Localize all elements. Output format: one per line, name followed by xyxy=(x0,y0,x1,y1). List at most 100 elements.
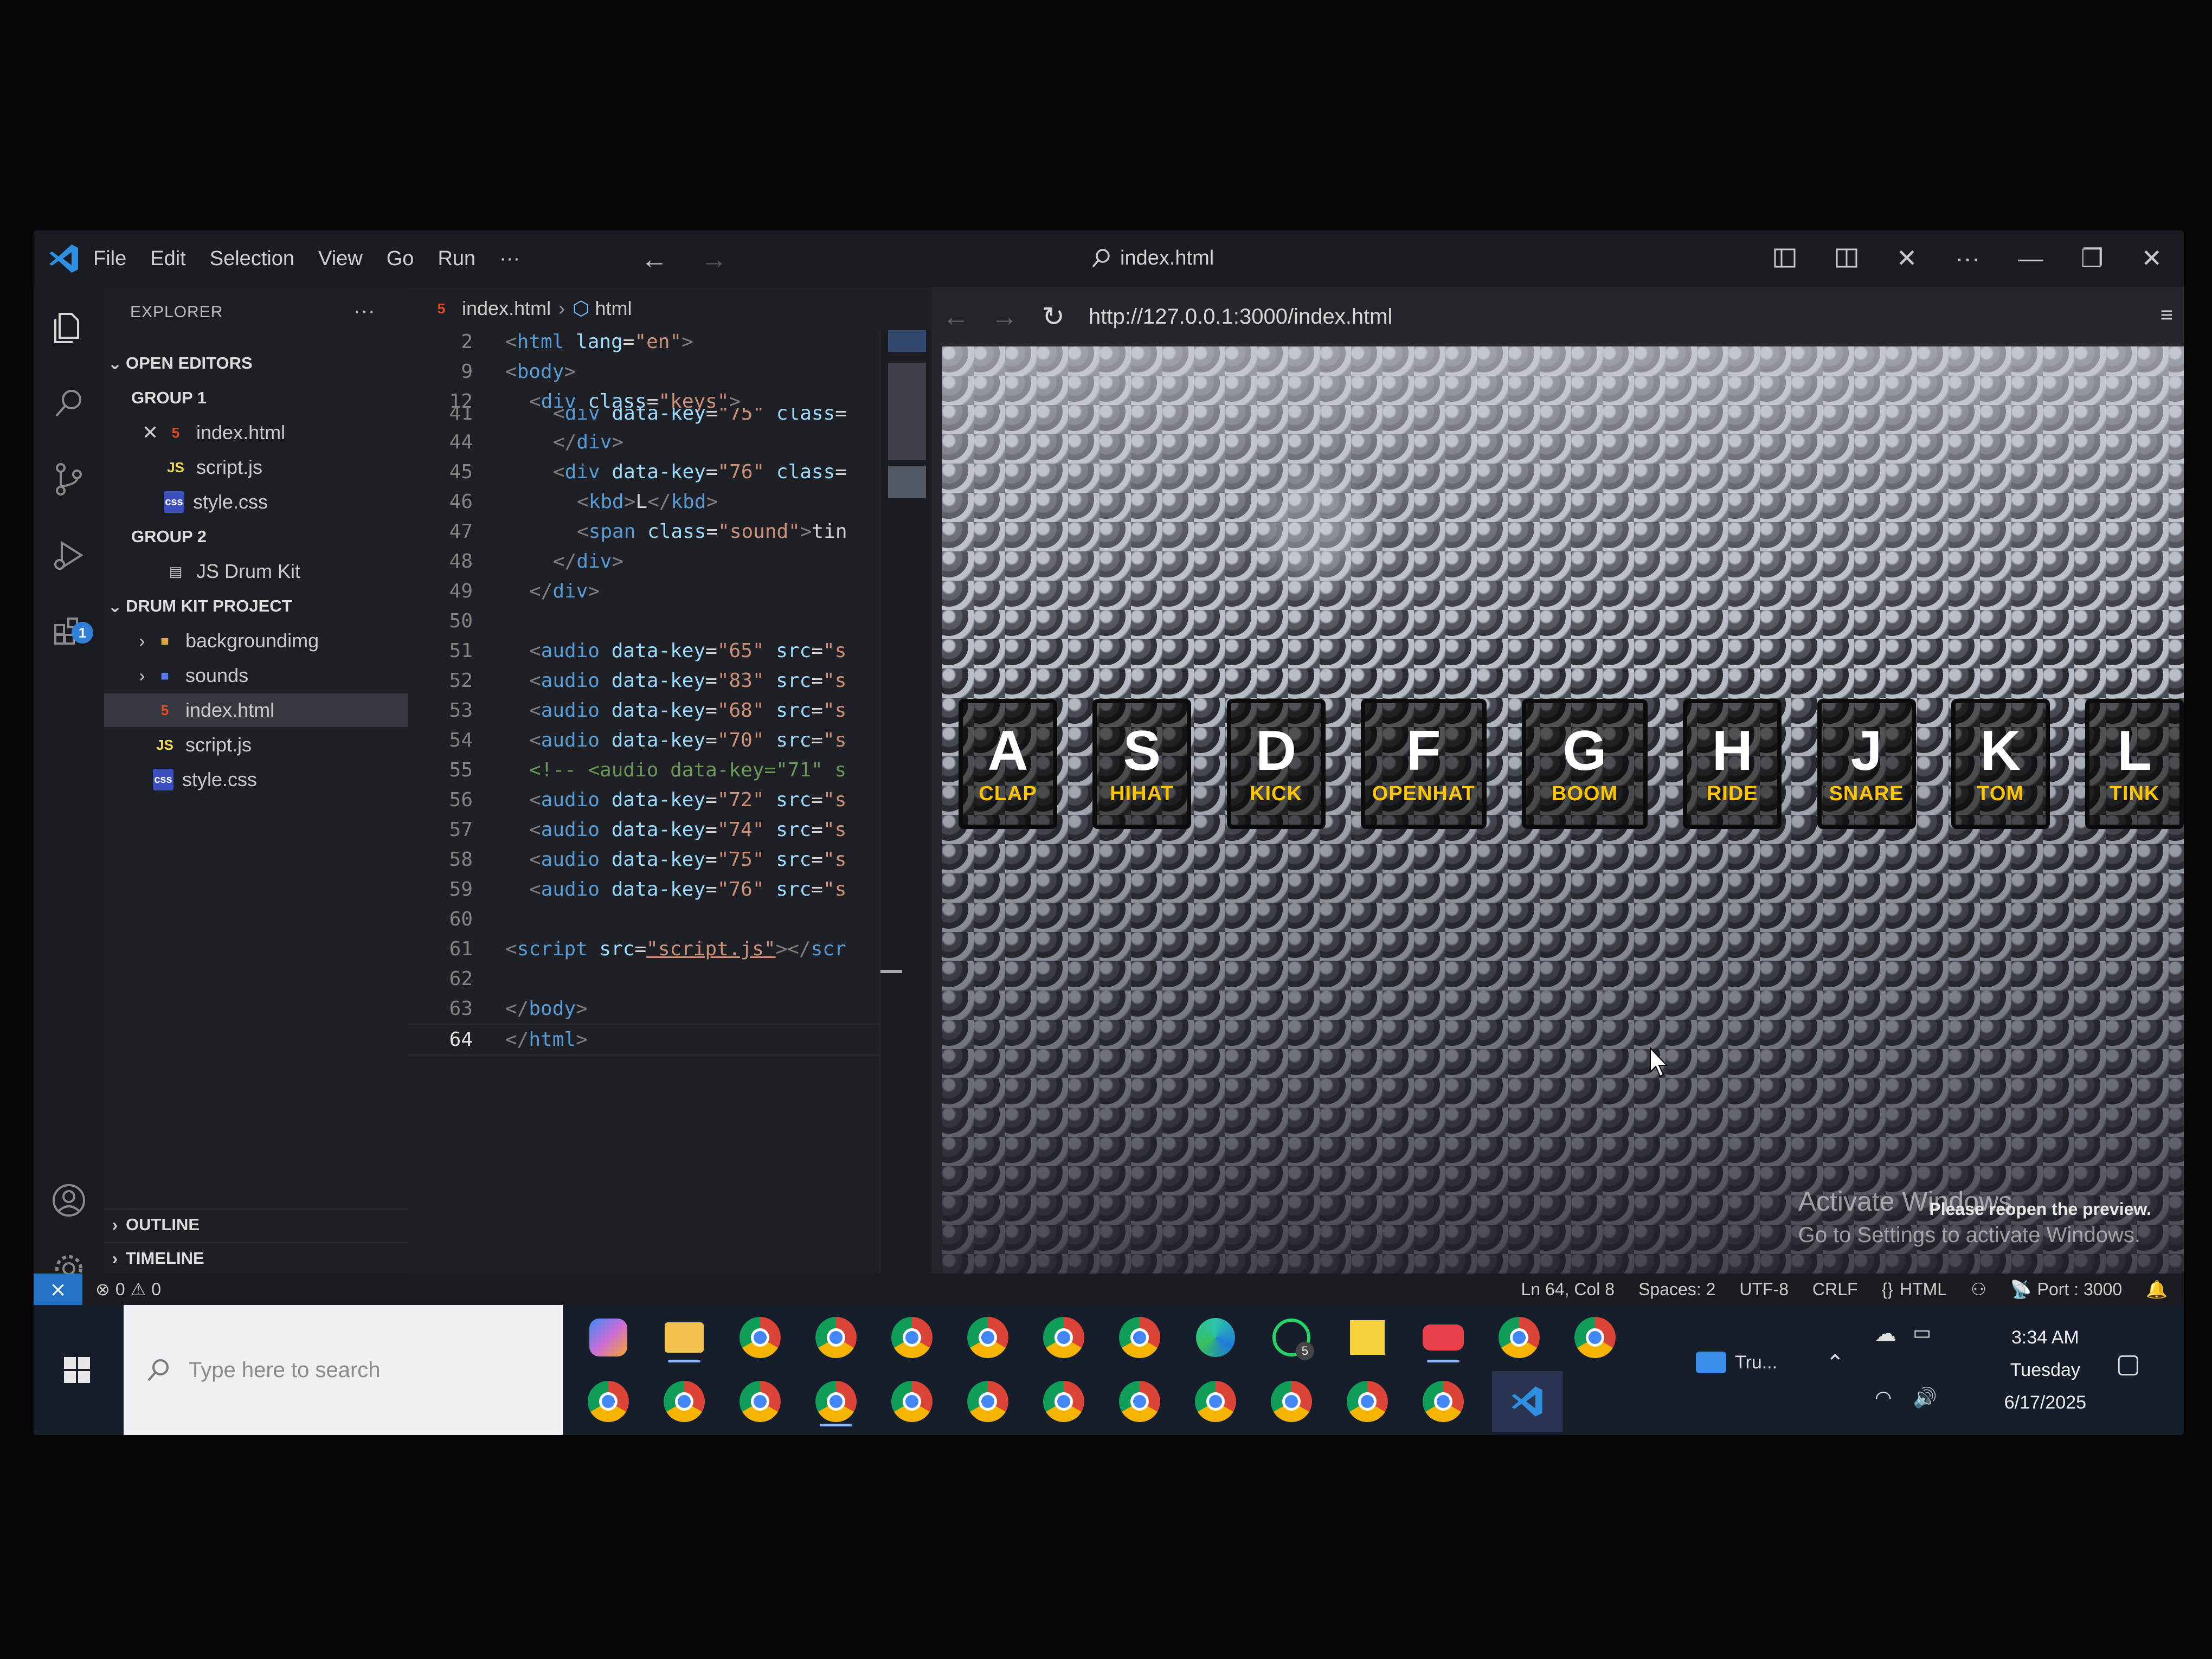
drum-key-h[interactable]: H RIDE xyxy=(1683,699,1782,829)
drum-key-g[interactable]: G BOOM xyxy=(1522,699,1648,829)
preview-forward-icon[interactable]: → xyxy=(980,301,1029,332)
preview-url[interactable]: http://127.0.0.1:3000/index.html xyxy=(1089,305,1392,329)
menu-view[interactable]: View xyxy=(316,247,365,271)
vscode-logo-icon[interactable] xyxy=(48,242,80,275)
file-style-css[interactable]: css style.css xyxy=(104,763,456,796)
preview-back-icon[interactable]: ← xyxy=(931,301,980,332)
back-arrow-icon[interactable]: ← xyxy=(641,243,668,275)
search-icon[interactable] xyxy=(50,384,88,422)
close-editor-icon[interactable]: ✕ xyxy=(1896,243,1918,273)
timeline-section[interactable]: › TIMELINE xyxy=(104,1242,408,1274)
menu-more[interactable]: ··· xyxy=(497,247,522,271)
drum-key-s[interactable]: S HIHAT xyxy=(1092,699,1192,829)
preview-viewport[interactable]: A CLAP S HIHAT D KICK F OPENHAT G BOOM H RIDE … xyxy=(942,346,2184,1274)
open-editors-section[interactable]: ⌄ OPEN EDITORS xyxy=(104,346,408,380)
chrome-icon[interactable] xyxy=(885,1374,939,1429)
open-editor-index-html[interactable]: ✕ 5 index.html xyxy=(104,416,446,449)
drum-key-j[interactable]: J SNARE xyxy=(1817,699,1916,829)
menu-selection[interactable]: Selection xyxy=(208,247,297,271)
chrome-icon[interactable] xyxy=(733,1374,787,1429)
chrome-icon[interactable] xyxy=(1113,1310,1167,1365)
breadcrumb-node[interactable]: html xyxy=(595,297,632,320)
sticky-notes-icon[interactable] xyxy=(1340,1310,1394,1365)
preview-reload-icon[interactable]: ↻ xyxy=(1029,301,1078,332)
file-explorer-icon[interactable] xyxy=(657,1310,711,1365)
chrome-icon[interactable] xyxy=(1568,1310,1622,1365)
chrome-icon[interactable] xyxy=(961,1310,1015,1365)
problems-indicator[interactable]: ⊗ 0 ⚠ 0 xyxy=(95,1279,161,1300)
code-editor[interactable]: 5 index.html › ⬡ html 2 <html lang="en"> … xyxy=(408,287,933,1306)
remote-indicator-icon[interactable]: ⨯ xyxy=(34,1274,82,1305)
chevron-up-icon[interactable]: ⌃ xyxy=(1826,1351,1844,1375)
explorer-more-icon[interactable]: ··· xyxy=(353,299,375,323)
drum-key-a[interactable]: A CLAP xyxy=(959,699,1057,829)
minimize-icon[interactable]: — xyxy=(2018,243,2043,273)
breadcrumb-file[interactable]: index.html xyxy=(462,297,551,320)
taskbar-search[interactable]: Type here to search xyxy=(124,1305,563,1435)
notification-center-icon[interactable]: ▢ xyxy=(2116,1348,2140,1379)
menu-go[interactable]: Go xyxy=(384,247,416,271)
copilot-app-icon[interactable] xyxy=(581,1310,635,1365)
chrome-icon[interactable] xyxy=(657,1374,711,1429)
chrome-icon[interactable] xyxy=(581,1374,635,1429)
task-widget[interactable]: Tru... xyxy=(1696,1352,1777,1373)
encoding[interactable]: UTF-8 xyxy=(1739,1279,1789,1300)
vscode-taskbar-icon[interactable] xyxy=(1492,1371,1562,1432)
chrome-icon[interactable] xyxy=(809,1310,863,1365)
chrome-icon[interactable] xyxy=(1037,1374,1091,1429)
run-debug-icon[interactable] xyxy=(50,536,88,574)
code-area[interactable]: 2 <html lang="en"> 9 <body> 12 <div class="… xyxy=(408,327,885,1249)
chrome-icon[interactable] xyxy=(1113,1374,1167,1429)
edge-icon[interactable] xyxy=(1188,1310,1243,1365)
close-window-icon[interactable]: ✕ xyxy=(2141,243,2162,273)
copilot-icon[interactable]: ⚇ xyxy=(1971,1279,1986,1300)
more-actions-icon[interactable]: ··· xyxy=(1955,243,1980,273)
drum-key-l[interactable]: L TINK xyxy=(2085,699,2184,829)
group-1-header[interactable]: GROUP 1 xyxy=(104,381,435,415)
menu-run[interactable]: Run xyxy=(435,247,478,271)
chrome-icon[interactable] xyxy=(1037,1310,1091,1365)
toggle-sidebar-icon[interactable] xyxy=(1773,246,1797,270)
chrome-icon[interactable] xyxy=(1340,1374,1394,1429)
notifications-bell-icon[interactable]: 🔔 xyxy=(2146,1279,2168,1300)
source-control-icon[interactable] xyxy=(50,460,88,498)
split-editor-icon[interactable] xyxy=(1835,246,1859,270)
folder-backgroundimg[interactable]: › ■ backgroundimg xyxy=(104,624,435,658)
device-icon[interactable]: ▭ xyxy=(1913,1321,1931,1344)
drum-key-f[interactable]: F OPENHAT xyxy=(1360,699,1487,829)
file-index-html[interactable]: 5 index.html xyxy=(104,693,456,727)
forward-arrow-icon[interactable]: → xyxy=(700,243,728,275)
file-script-js[interactable]: JS script.js xyxy=(104,728,456,762)
cursor-position[interactable]: Ln 64, Col 8 xyxy=(1521,1279,1615,1300)
menu-edit[interactable]: Edit xyxy=(148,247,188,271)
whatsapp-icon[interactable]: 5 xyxy=(1264,1310,1319,1365)
close-icon[interactable]: ✕ xyxy=(142,421,164,444)
outline-section[interactable]: › OUTLINE xyxy=(104,1208,408,1240)
chrome-icon[interactable] xyxy=(1188,1374,1243,1429)
drum-key-k[interactable]: K TOM xyxy=(1951,699,2050,829)
chrome-icon[interactable] xyxy=(733,1310,787,1365)
chrome-icon[interactable] xyxy=(1416,1374,1470,1429)
minimap[interactable] xyxy=(879,330,933,1306)
drum-key-d[interactable]: D KICK xyxy=(1226,699,1326,829)
explorer-icon[interactable] xyxy=(50,308,88,346)
project-section[interactable]: ⌄ DRUM KIT PROJECT xyxy=(104,589,408,623)
indentation[interactable]: Spaces: 2 xyxy=(1638,1279,1715,1300)
folder-sounds[interactable]: › ■ sounds xyxy=(104,659,435,692)
volume-icon[interactable]: 🔊 xyxy=(1913,1386,1937,1409)
menu-file[interactable]: File xyxy=(91,247,128,271)
windows-start-icon[interactable] xyxy=(50,1343,104,1397)
chrome-icon[interactable] xyxy=(885,1310,939,1365)
language-mode[interactable]: {} HTML xyxy=(1882,1279,1947,1300)
live-server-port[interactable]: 📡 Port : 3000 xyxy=(2010,1279,2122,1300)
wifi-icon[interactable]: ◠ xyxy=(1875,1386,1892,1409)
chrome-icon[interactable] xyxy=(1264,1374,1319,1429)
chrome-icon[interactable] xyxy=(809,1374,863,1429)
preview-menu-icon[interactable]: ≡ xyxy=(2160,303,2173,327)
onedrive-cloud-icon[interactable]: ☁ xyxy=(1875,1321,1896,1346)
chrome-icon[interactable] xyxy=(961,1374,1015,1429)
app-icon[interactable] xyxy=(1416,1310,1470,1365)
line-ending[interactable]: CRLF xyxy=(1812,1279,1858,1300)
group-2-header[interactable]: GROUP 2 xyxy=(104,520,435,554)
chrome-icon[interactable] xyxy=(1492,1310,1546,1365)
